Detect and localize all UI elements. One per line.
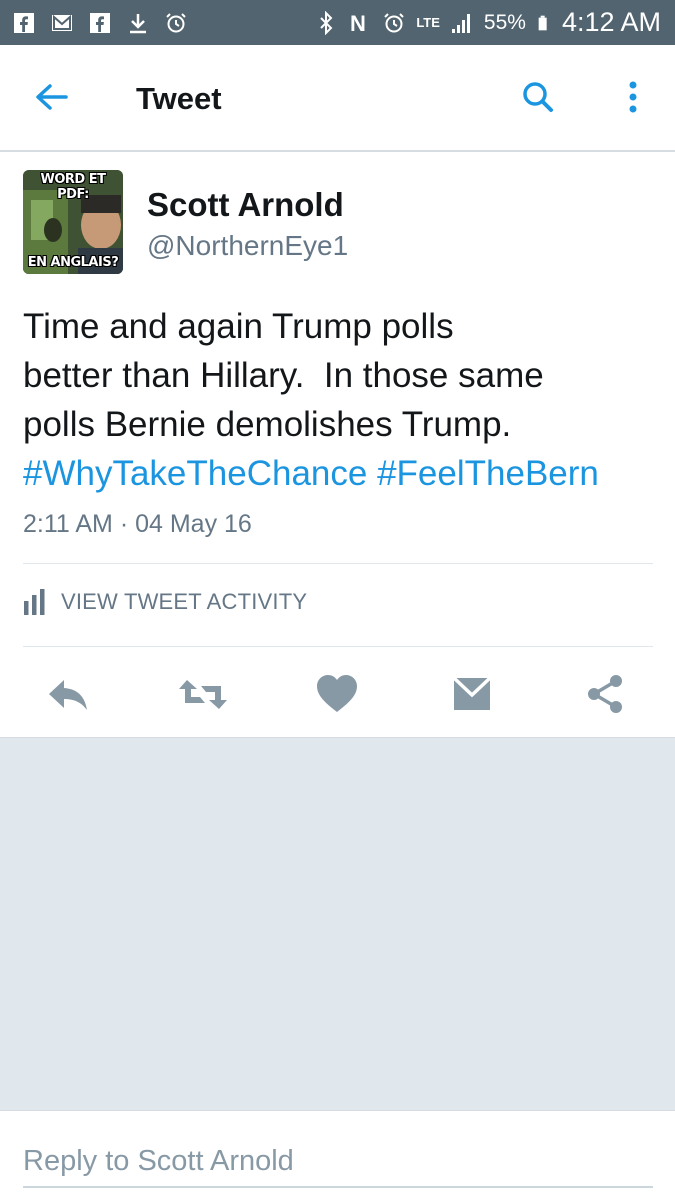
author-handle[interactable]: @NorthernEye1 bbox=[147, 230, 348, 262]
avatar-caption-bottom: EN ANGLAIS? bbox=[27, 255, 119, 270]
view-tweet-activity-link[interactable]: VIEW TWEET ACTIVITY bbox=[23, 582, 307, 622]
svg-text:N: N bbox=[350, 11, 366, 35]
share-button[interactable] bbox=[583, 672, 633, 717]
battery-percent: 55% bbox=[483, 10, 526, 34]
tweet-text-line: Time and again Trump polls bbox=[23, 307, 454, 346]
tweet-text: Time and again Trump polls better than H… bbox=[23, 302, 643, 498]
retweet-icon bbox=[179, 680, 227, 709]
hashtag-link[interactable]: #FeelTheBern bbox=[377, 454, 599, 493]
alarm-icon-2 bbox=[384, 12, 405, 32]
reply-input[interactable] bbox=[23, 1136, 653, 1188]
nfc-icon: N bbox=[350, 11, 366, 35]
avatar[interactable]: WORD ET PDF: EN ANGLAIS? bbox=[23, 170, 123, 274]
share-icon bbox=[588, 675, 622, 713]
retweet-button[interactable] bbox=[177, 672, 227, 717]
bar-chart-icon bbox=[24, 589, 45, 615]
tweet-text-line: polls Bernie demolishes Trump. bbox=[23, 405, 512, 444]
back-button[interactable] bbox=[30, 77, 74, 117]
facebook-icon bbox=[14, 13, 34, 33]
download-icon bbox=[130, 14, 146, 34]
like-button[interactable] bbox=[314, 672, 364, 717]
reply-bar bbox=[0, 1110, 675, 1201]
avatar-caption-top: WORD ET PDF: bbox=[40, 172, 106, 202]
divider bbox=[23, 646, 653, 647]
page-title: Tweet bbox=[136, 81, 222, 116]
facebook-icon-2 bbox=[90, 13, 110, 33]
divider bbox=[23, 563, 653, 564]
bluetooth-icon bbox=[320, 10, 333, 35]
app-bar: Tweet bbox=[0, 45, 675, 152]
author-name[interactable]: Scott Arnold bbox=[147, 186, 344, 224]
notification-icons bbox=[12, 8, 188, 38]
status-bar: N LTE 55% 4:12 AM bbox=[0, 0, 675, 45]
arrow-left-icon bbox=[36, 84, 68, 110]
tweet-timestamp: 2:11 AM · 04 May 16 bbox=[23, 510, 252, 538]
network-type: LTE bbox=[416, 15, 440, 30]
tweet-detail-card: WORD ET PDF: EN ANGLAIS? Scott Arnold @N… bbox=[0, 152, 675, 738]
reply-icon bbox=[49, 680, 87, 710]
tweet-text-line: better than Hillary. In those same bbox=[23, 356, 544, 395]
alarm-icon bbox=[166, 13, 186, 33]
search-icon bbox=[523, 82, 553, 112]
mail-icon bbox=[52, 14, 72, 31]
activity-label: VIEW TWEET ACTIVITY bbox=[61, 589, 308, 614]
hashtag-link[interactable]: #WhyTakeTheChance bbox=[23, 454, 367, 493]
heart-icon bbox=[317, 675, 357, 712]
signal-icon bbox=[451, 13, 470, 33]
reply-button[interactable] bbox=[44, 672, 94, 717]
hashtag-line: #WhyTakeTheChance #FeelTheBern bbox=[23, 449, 643, 498]
tweet-actions bbox=[0, 672, 675, 717]
envelope-icon bbox=[452, 676, 492, 710]
search-button[interactable] bbox=[518, 77, 558, 117]
overflow-menu-button[interactable] bbox=[618, 77, 648, 117]
clock: 4:12 AM bbox=[561, 7, 661, 37]
battery-icon bbox=[538, 15, 547, 30]
direct-message-button[interactable] bbox=[449, 672, 499, 717]
more-vertical-icon bbox=[629, 81, 637, 113]
system-icons: N LTE 55% 4:12 AM bbox=[314, 0, 661, 45]
